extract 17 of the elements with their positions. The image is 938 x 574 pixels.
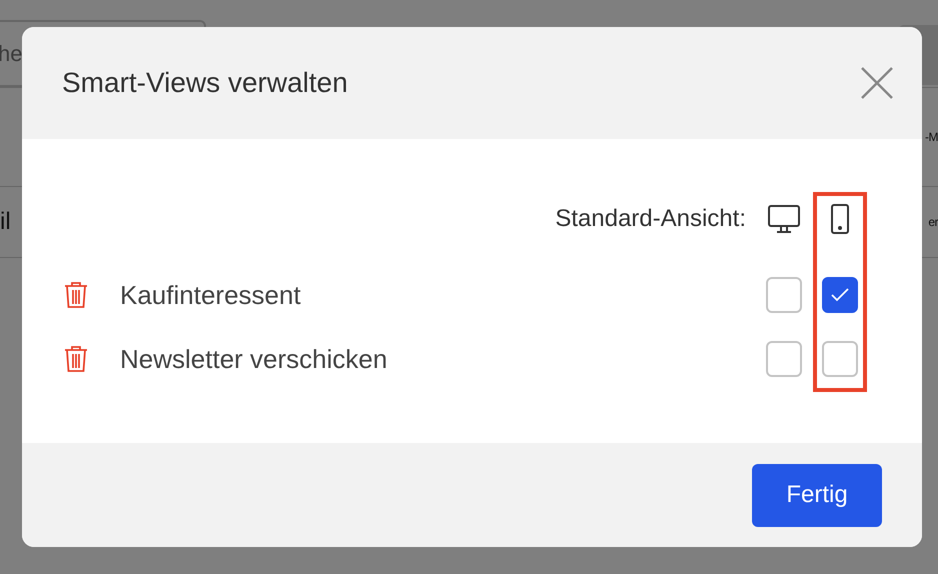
table-cell: il — [0, 208, 11, 236]
checkbox[interactable] — [766, 277, 802, 313]
checkbox[interactable] — [822, 277, 858, 313]
table-cell: er — [928, 215, 938, 229]
checkbox[interactable] — [822, 341, 858, 377]
smartphone-icon — [831, 204, 849, 234]
standard-view-label: Standard-Ansicht: — [555, 205, 746, 233]
close-button[interactable] — [860, 66, 894, 100]
done-button[interactable]: Fertig — [752, 464, 882, 526]
check-icon — [831, 288, 849, 302]
trash-icon[interactable] — [64, 345, 88, 373]
checkbox[interactable] — [766, 341, 802, 377]
trash-icon[interactable] — [64, 281, 88, 309]
dialog-title: Smart-Views verwalten — [62, 67, 348, 99]
column-header: -M — [925, 130, 938, 144]
view-name: Kaufinteressent — [120, 280, 302, 310]
view-name: Newsletter verschicken — [120, 344, 388, 374]
